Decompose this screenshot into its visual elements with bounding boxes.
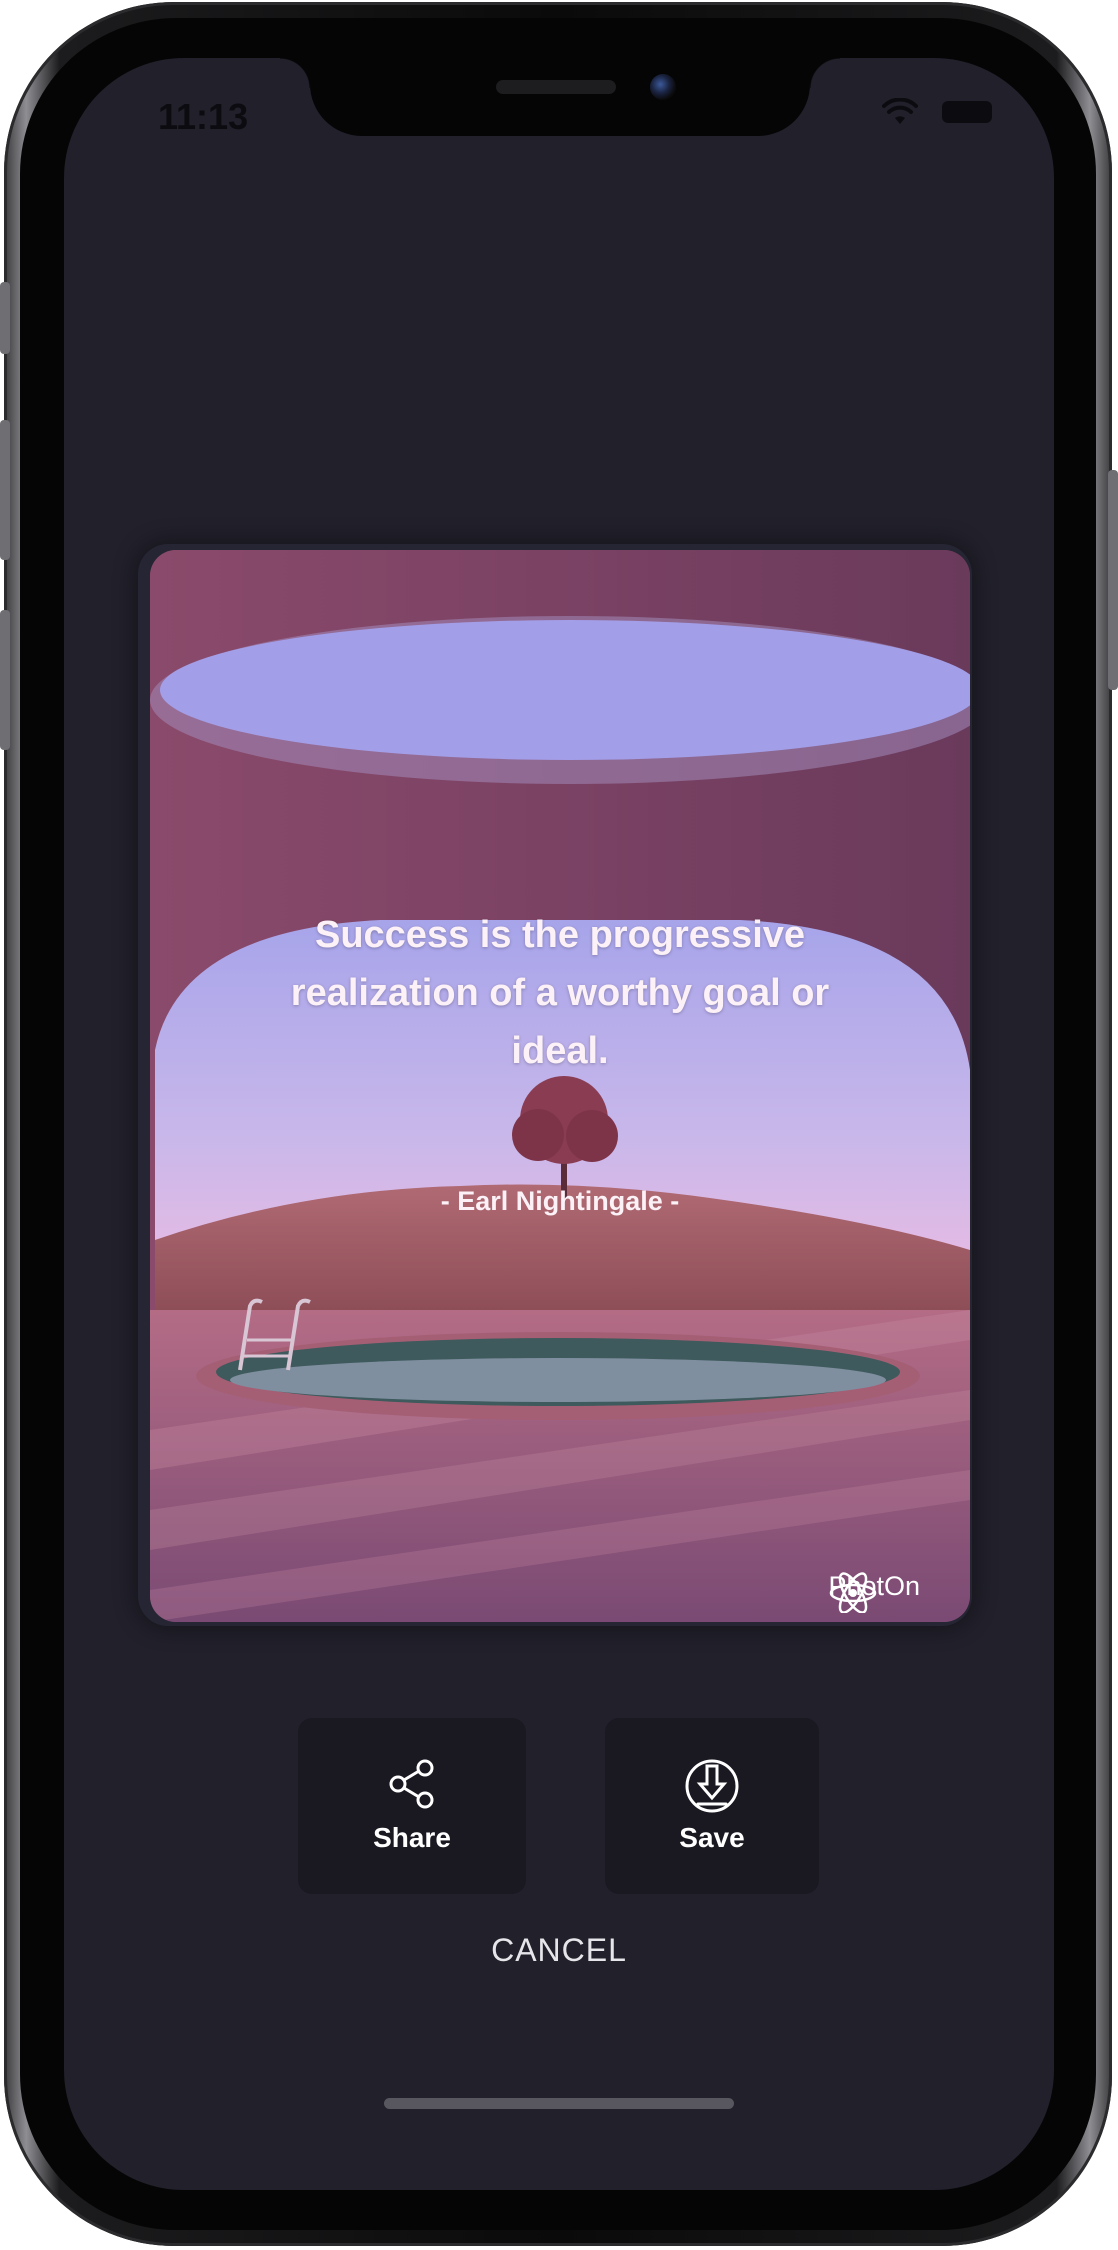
share-label: Share [373,1822,451,1853]
front-camera [650,74,676,100]
notch [280,58,840,136]
status-time: 11:13 [158,96,249,137]
volume-down-button [0,610,10,750]
save-button[interactable]: Save [605,1718,819,1894]
quote-text: Success is the progressive realization o… [290,914,830,1072]
home-indicator [384,2098,734,2109]
save-label: Save [679,1822,745,1853]
status-icons [882,98,992,126]
volume-up-button [0,420,10,560]
photon-logo-icon [830,1572,877,1613]
watermark: PhotOn [828,1571,920,1613]
earpiece-speaker [496,80,616,94]
card-illustration [150,550,970,1622]
power-button [1108,470,1118,690]
download-icon [685,1759,739,1813]
wifi-icon [882,98,918,124]
quote-card: Success is the progressive realization o… [150,550,970,1622]
share-button[interactable]: Share [298,1718,526,1894]
quote-author: - Earl Nightingale - [440,1186,680,1216]
silent-switch [0,282,10,354]
battery-icon [942,101,992,123]
share-icon [389,1759,434,1809]
cancel-button[interactable]: CANCEL [64,1932,1054,1969]
